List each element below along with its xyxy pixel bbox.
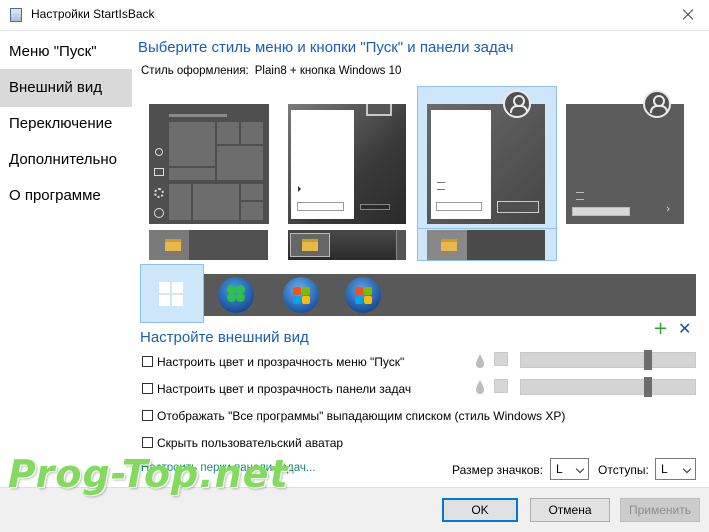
color-swatch[interactable] <box>494 379 508 393</box>
style-thumbnail-win10[interactable] <box>149 104 269 224</box>
sidebar-item-advanced[interactable]: Дополнительно <box>0 141 132 179</box>
padding-label: Отступы: <box>598 463 649 477</box>
style-thumbnail-plain8[interactable] <box>427 104 545 224</box>
icon-size-select[interactable]: L <box>550 458 589 480</box>
hide-avatar-checkbox[interactable] <box>142 437 153 448</box>
slider-thumb[interactable] <box>644 350 653 370</box>
close-icon[interactable] <box>673 1 703 29</box>
chevron-down-icon <box>682 464 692 474</box>
ok-button[interactable]: OK <box>442 498 518 522</box>
sidebar: Меню "Пуск" Внешний вид Переключение Доп… <box>0 32 133 487</box>
taskbar-style-3[interactable] <box>427 230 545 260</box>
taskbar-transparency-slider[interactable] <box>520 379 696 395</box>
app-icon <box>10 8 22 22</box>
style-thumbnail-win7[interactable] <box>288 104 406 224</box>
remove-icon[interactable]: ✕ <box>678 320 691 338</box>
taskbar-color-checkbox[interactable] <box>142 383 153 394</box>
padding-select[interactable]: L <box>655 458 696 480</box>
slider-thumb[interactable] <box>644 377 653 397</box>
option-hide-avatar[interactable]: Скрыть пользовательский аватар <box>142 436 343 450</box>
sidebar-item-about[interactable]: О программе <box>0 177 132 215</box>
padding-value: L <box>661 462 668 476</box>
style-label: Стиль оформления: Plain8 + кнопка Windows… <box>141 65 401 77</box>
sidebar-item-start-menu[interactable]: Меню "Пуск" <box>0 33 132 71</box>
chevron-down-icon <box>575 464 585 474</box>
style-label-text: Стиль оформления: <box>141 65 249 77</box>
option-start-menu-color[interactable]: Настроить цвет и прозрачность меню "Пуск… <box>142 355 404 369</box>
folder-icon <box>302 239 318 251</box>
style-value: Plain8 + кнопка Windows 10 <box>254 65 402 77</box>
drop-icon <box>476 354 484 368</box>
windows7-orb-icon[interactable] <box>345 277 381 313</box>
folder-icon <box>441 239 457 251</box>
watermark: Prog-Top.net <box>8 452 289 496</box>
plus-icon[interactable]: + <box>653 320 668 338</box>
page-title: Выберите стиль меню и кнопки "Пуск" и па… <box>138 39 514 56</box>
taskbar-style-2[interactable] <box>288 230 406 260</box>
clover-orb-icon[interactable] <box>218 277 254 313</box>
style-thumbnail-plain10[interactable]: › <box>566 104 684 224</box>
start-menu-color-checkbox[interactable] <box>142 356 153 367</box>
sidebar-item-appearance[interactable]: Внешний вид <box>0 69 132 107</box>
sidebar-item-switching[interactable]: Переключение <box>0 105 132 143</box>
user-icon <box>366 104 392 116</box>
taskbar-style-1[interactable] <box>149 230 268 260</box>
icon-size-value: L <box>556 462 563 476</box>
all-programs-checkbox[interactable] <box>142 410 153 421</box>
window-title: Настройки StartIsBack <box>31 7 155 21</box>
drop-icon <box>476 380 484 394</box>
user-icon <box>643 90 671 118</box>
option-label: Настроить цвет и прозрачность панели зад… <box>157 382 412 396</box>
icon-size-label: Размер значков: <box>452 463 544 477</box>
appearance-header: Настройте внешний вид <box>140 329 309 346</box>
windows-vista-orb-icon[interactable] <box>283 277 319 313</box>
option-label: Отображать "Все программы" выпадающим сп… <box>157 409 566 423</box>
start-menu-transparency-slider[interactable] <box>520 352 696 368</box>
option-taskbar-color[interactable]: Настроить цвет и прозрачность панели зад… <box>142 382 411 396</box>
option-label: Настроить цвет и прозрачность меню "Пуск… <box>157 355 405 369</box>
title-bar: Настройки StartIsBack <box>0 0 709 31</box>
apply-button[interactable]: Применить <box>620 498 700 522</box>
cancel-button[interactable]: Отмена <box>530 498 610 522</box>
option-all-programs-dropdown[interactable]: Отображать "Все программы" выпадающим сп… <box>142 409 565 423</box>
windows-logo-icon[interactable] <box>159 282 183 306</box>
folder-icon <box>165 239 181 251</box>
color-swatch[interactable] <box>494 352 508 366</box>
user-icon <box>503 90 531 118</box>
option-label: Скрыть пользовательский аватар <box>157 436 344 450</box>
